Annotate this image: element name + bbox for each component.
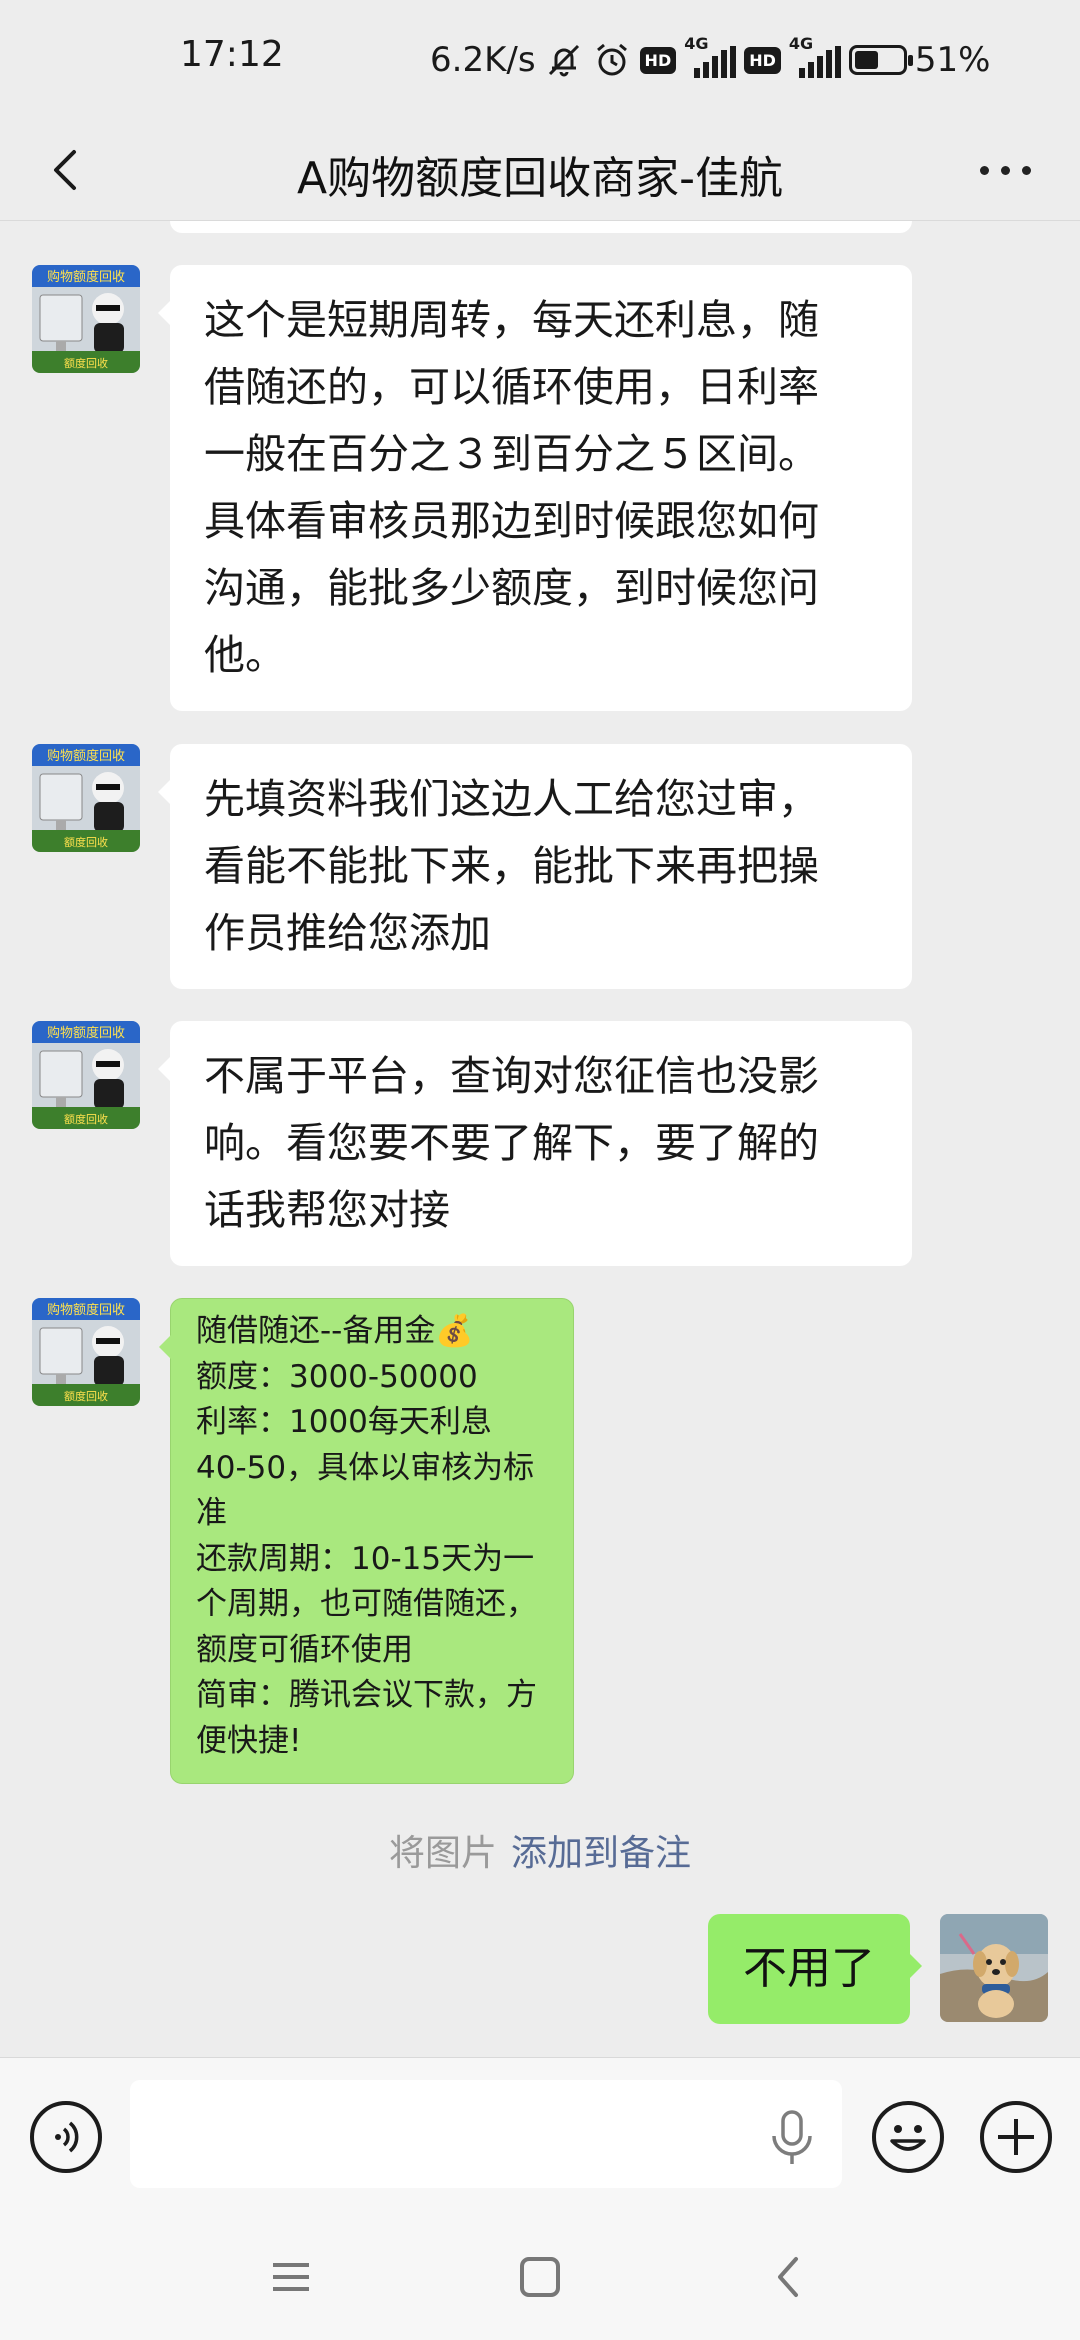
my-avatar[interactable]: [940, 1914, 1048, 2022]
my-message-bubble[interactable]: 不用了: [708, 1914, 922, 2024]
image-text-line: 额度：3000-50000: [196, 1358, 478, 1395]
image-text-line: 便快捷!: [196, 1722, 302, 1759]
signal-icon-2: 4G: [789, 34, 841, 80]
image-text-line: 简审：腾讯会议下款，方: [196, 1677, 537, 1713]
hd-icon: HD: [639, 46, 677, 74]
mic-icon[interactable]: [770, 2110, 814, 2166]
svg-text:额度回收: 额度回收: [64, 835, 108, 849]
svg-text:额度回收: 额度回收: [64, 1389, 108, 1403]
my-message-text: 不用了: [743, 1943, 875, 1994]
chat-title: A购物额度回收商家-佳航: [297, 153, 783, 204]
message-bubble[interactable]: 不属于平台，查询对您征信也没影 响。看您要不要了解下，要了解的 话我帮您对接: [158, 1021, 912, 1266]
hd-icon-2: HD: [744, 46, 781, 74]
alarm-icon: [592, 40, 632, 80]
svg-text:额度回收: 额度回收: [64, 1112, 108, 1126]
message-line: 一般在百分之３到百分之５区间。: [204, 430, 819, 478]
battery-icon: [848, 45, 913, 75]
image-text-line: 利率：1000每天利息: [196, 1404, 492, 1440]
contact-avatar[interactable]: 购物额度回收 额度回收: [32, 1298, 140, 1406]
image-text-line: 还款周期：10-15天为一: [196, 1540, 535, 1577]
message-input[interactable]: [130, 2080, 842, 2188]
nav-back-icon[interactable]: [764, 2251, 816, 2303]
network-speed: 6.2K/s: [430, 40, 536, 80]
contact-avatar[interactable]: 购物额度回收 额度回收: [32, 265, 140, 373]
contact-avatar[interactable]: 购物额度回收 额度回收: [32, 1021, 140, 1129]
svg-text:额度回收: 额度回收: [64, 356, 108, 370]
message-bubble[interactable]: 这个是短期周转，每天还利息，随 借随还的，可以循环使用，日利率 一般在百分之３到…: [158, 265, 912, 711]
message-line: 沟通，能批多少额度，到时候您问: [204, 564, 819, 612]
system-note: 将图片 添加到备注: [0, 1824, 1080, 1876]
previous-message-bubble: [170, 221, 912, 233]
voice-icon[interactable]: [30, 2101, 102, 2173]
message-line: 他。: [204, 631, 286, 679]
image-text-line: 准: [196, 1495, 227, 1531]
status-time: 17:12: [180, 34, 284, 75]
image-text-line: 额度可循环使用: [196, 1631, 413, 1668]
image-text-line: 随借随还--备用金💰: [196, 1313, 474, 1349]
plus-icon[interactable]: [980, 2101, 1052, 2173]
message-line: 响。看您要不要了解下，要了解的: [204, 1119, 819, 1167]
emoji-icon[interactable]: [872, 2101, 944, 2173]
signal-icon: 4G: [684, 34, 737, 80]
mute-notification-icon: [544, 40, 584, 80]
image-text-line: 个周期，也可随借随还，: [196, 1586, 537, 1622]
more-icon[interactable]: [970, 150, 1040, 190]
svg-text:购物额度回收: 购物额度回收: [47, 748, 125, 764]
svg-text:购物额度回收: 购物额度回收: [47, 1025, 125, 1041]
image-message[interactable]: 随借随还--备用金💰 额度：3000-50000 利率：1000每天利息 40-…: [159, 1298, 574, 1784]
status-bar: 17:12 6.2K/s HD 4G HD 4G 51%: [0, 0, 1080, 120]
message-line: 作员推给您添加: [204, 909, 491, 957]
menu-icon[interactable]: [265, 2251, 317, 2303]
image-text-line: 40-50，具体以审核为标: [196, 1449, 535, 1486]
system-navigation-bar: [0, 2215, 1080, 2340]
svg-text:购物额度回收: 购物额度回收: [47, 269, 125, 285]
message-line: 具体看审核员那边到时候跟您如何: [204, 497, 819, 545]
message-line: 先填资料我们这边人工给您过审，: [204, 775, 819, 823]
add-to-remark-link[interactable]: 添加到备注: [511, 1833, 691, 1874]
chat-header: A购物额度回收商家-佳航: [0, 120, 1080, 221]
message-line: 话我帮您对接: [204, 1186, 450, 1234]
message-line: 不属于平台，查询对您征信也没影: [204, 1052, 819, 1100]
message-line: 借随还的，可以循环使用，日利率: [204, 363, 819, 411]
message-line: 这个是短期周转，每天还利息，随: [204, 296, 819, 344]
contact-avatar[interactable]: 购物额度回收 额度回收: [32, 744, 140, 852]
system-note-text: 将图片: [388, 1833, 497, 1874]
chat-list[interactable]: 购物额度回收 额度回收 这个是短期周转，每天还利息，随 借随还的，可以循环使用，日…: [0, 221, 1080, 2056]
battery-percent: 51%: [914, 40, 991, 80]
message-bubble[interactable]: 先填资料我们这边人工给您过审， 看能不能批下来，能批下来再把操 作员推给您添加: [158, 744, 912, 989]
status-icons: 6.2K/s HD 4G HD 4G 51%: [430, 30, 990, 90]
input-bar: [0, 2057, 1080, 2216]
home-icon[interactable]: [514, 2251, 566, 2303]
svg-text:购物额度回收: 购物额度回收: [47, 1302, 125, 1318]
message-line: 看能不能批下来，能批下来再把操: [204, 842, 819, 890]
